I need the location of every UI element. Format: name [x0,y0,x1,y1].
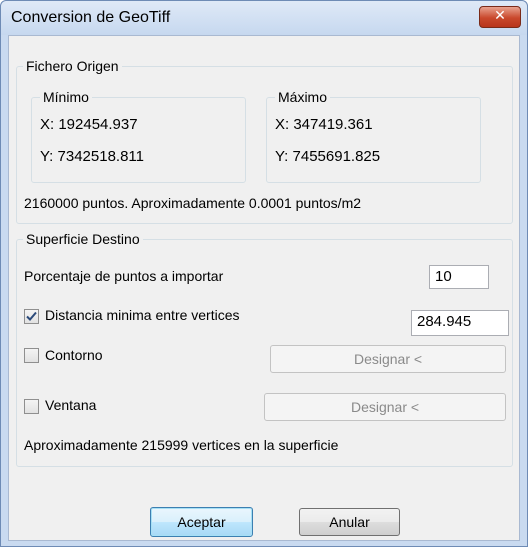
minimum-legend: Mínimo [40,88,92,106]
window-checkbox[interactable] [24,399,39,414]
window-title: Conversion de GeoTiff [11,9,171,26]
minimum-group: Mínimo X: 192454.937 Y: 7342518.811 [31,88,246,183]
dialog-body: Fichero Origen Mínimo X: 192454.937 Y: 7… [8,35,520,541]
origin-summary: 2160000 puntos. Aproximadamente 0.0001 p… [24,195,362,211]
window-label: Ventana [45,397,97,413]
origin-legend: Fichero Origen [23,57,122,75]
ok-button[interactable]: Aceptar [150,507,253,537]
close-icon: ✕ [494,8,506,24]
dialog-window: Conversion de GeoTiff ✕ Fichero Origen M… [0,0,528,547]
checkmark-icon [26,311,37,321]
maximum-x-value: X: 347419.361 [275,116,373,133]
cancel-button[interactable]: Anular [299,508,400,536]
distance-checkbox[interactable] [24,309,39,324]
maximum-y-value: Y: 7455691.825 [275,148,381,165]
contour-checkbox[interactable] [24,348,39,363]
minimum-x-value: X: 192454.937 [40,116,138,133]
maximum-group: Máximo X: 347419.361 Y: 7455691.825 [266,88,481,183]
contour-label: Contorno [45,347,103,363]
origin-group: Fichero Origen Mínimo X: 192454.937 Y: 7… [16,57,513,224]
destination-group: Superficie Destino Porcentaje de puntos … [16,230,513,467]
close-button[interactable]: ✕ [479,6,521,28]
minimum-y-value: Y: 7342518.811 [40,148,144,165]
distance-label: Distancia minima entre vertices [45,307,240,323]
window-designate-button[interactable]: Designar < [264,393,506,421]
percent-label: Porcentaje de puntos a importar [24,268,224,284]
distance-input[interactable]: 284.945 [411,310,509,336]
destination-legend: Superficie Destino [23,230,143,248]
maximum-legend: Máximo [275,88,331,106]
contour-designate-button[interactable]: Designar < [270,345,506,373]
percent-input[interactable]: 10 [429,265,489,289]
destination-summary: Aproximadamente 215999 vertices en la su… [24,437,339,453]
title-bar[interactable]: Conversion de GeoTiff ✕ [1,1,527,35]
